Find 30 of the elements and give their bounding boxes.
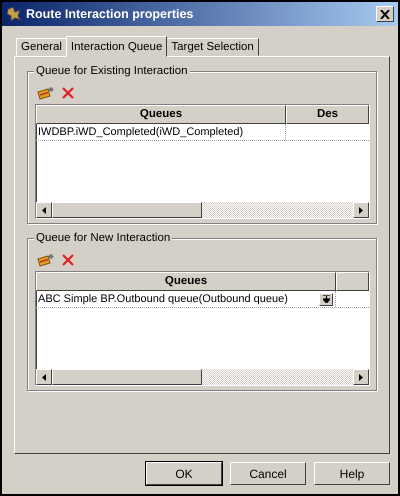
dropdown-button[interactable] bbox=[319, 292, 333, 306]
delete-icon[interactable] bbox=[61, 86, 75, 100]
folder-sparkle-icon[interactable] bbox=[37, 253, 55, 267]
horizontal-scrollbar[interactable] bbox=[36, 202, 369, 218]
dialog-button[interactable]: Help bbox=[314, 462, 390, 485]
scroll-left-icon[interactable] bbox=[42, 206, 46, 214]
app-icon bbox=[6, 6, 22, 22]
group-title: Queue for New Interaction bbox=[34, 232, 172, 245]
scroll-right-icon[interactable] bbox=[359, 374, 363, 380]
tab[interactable]: General bbox=[16, 38, 67, 56]
column-header[interactable]: Des bbox=[286, 105, 369, 124]
column-header[interactable]: Queues bbox=[36, 105, 286, 124]
tab[interactable]: Target Selection bbox=[166, 38, 259, 56]
column-header[interactable] bbox=[336, 272, 369, 291]
close-button[interactable] bbox=[376, 6, 394, 22]
table-cell[interactable]: IWDBP.iWD_Completed(iWD_Completed) bbox=[36, 124, 286, 140]
scroll-right-icon[interactable] bbox=[359, 206, 363, 214]
dialog-button[interactable]: OK bbox=[146, 462, 222, 485]
horizontal-scrollbar[interactable] bbox=[36, 369, 369, 385]
group-title: Queue for Existing Interaction bbox=[34, 65, 190, 78]
folder-sparkle-icon[interactable] bbox=[37, 86, 55, 100]
table-cell[interactable]: ABC Simple BP.Outbound queue(Outbound queue) bbox=[36, 291, 336, 307]
column-header[interactable]: Queues bbox=[36, 272, 336, 291]
down-arrow-icon bbox=[322, 295, 330, 303]
tab[interactable]: Interaction Queue bbox=[66, 36, 168, 57]
window-title: Route Interaction properties bbox=[26, 7, 194, 21]
close-icon bbox=[380, 10, 390, 18]
scroll-left-icon[interactable] bbox=[42, 374, 46, 380]
dialog-button[interactable]: Cancel bbox=[230, 462, 306, 485]
delete-icon[interactable] bbox=[61, 253, 75, 267]
